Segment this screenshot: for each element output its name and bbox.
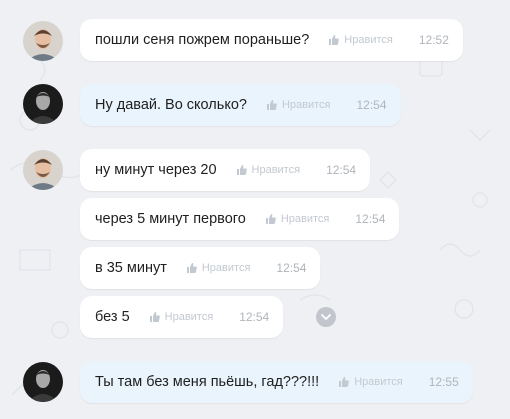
- message-bubble: через 5 минут первого Нравится 12:54: [80, 198, 400, 240]
- thumbs-up-icon: [266, 100, 277, 110]
- avatar[interactable]: [23, 84, 63, 124]
- scroll-down-button[interactable]: [316, 307, 336, 327]
- like-label: Нравится: [354, 376, 403, 388]
- message-bubble: Ну давай. Во сколько? Нравится 12:54: [80, 84, 401, 126]
- avatar[interactable]: [23, 21, 63, 61]
- like-label: Нравится: [281, 99, 331, 111]
- thumbs-up-icon: [329, 35, 340, 45]
- like-button[interactable]: Нравится: [266, 99, 331, 111]
- message-time: 12:54: [356, 98, 387, 112]
- message-bubble: в 35 минут Нравится 12:54: [80, 247, 321, 289]
- chevron-down-icon: [321, 313, 331, 320]
- message-text: ну минут через 20: [95, 162, 217, 178]
- like-button[interactable]: Нравится: [329, 34, 393, 46]
- like-label: Нравится: [201, 262, 251, 274]
- like-button[interactable]: Нравится: [149, 311, 214, 323]
- thumbs-up-icon: [149, 312, 160, 322]
- message-bubble: пошли сеня пожрем пораньше? Нравится 12:…: [80, 19, 463, 61]
- avatar[interactable]: [23, 362, 63, 402]
- thumbs-up-icon: [339, 377, 350, 387]
- message-bubble: Ты там без меня пьёшь, гад???!!! Нравитс…: [80, 361, 473, 403]
- message-text: пошли сеня пожрем пораньше?: [95, 32, 310, 48]
- like-button[interactable]: Нравится: [265, 213, 330, 225]
- message-bubble: ну минут через 20 Нравится 12:54: [80, 149, 371, 191]
- thumbs-up-icon: [186, 263, 197, 273]
- message-text: Ну давай. Во сколько?: [95, 97, 247, 113]
- message-time: 12:54: [276, 261, 307, 275]
- message-time: 12:52: [418, 33, 449, 47]
- message-time: 12:54: [355, 212, 386, 226]
- message-text: Ты там без меня пьёшь, гад???!!!: [95, 374, 320, 390]
- like-label: Нравится: [344, 34, 393, 46]
- like-label: Нравится: [251, 164, 301, 176]
- message-text: через 5 минут первого: [95, 211, 246, 227]
- message-text: без 5: [95, 309, 130, 325]
- message-time: 12:54: [326, 163, 357, 177]
- thumbs-up-icon: [236, 165, 247, 175]
- like-button[interactable]: Нравится: [186, 262, 251, 274]
- like-button[interactable]: Нравится: [339, 376, 403, 388]
- message-bubble: без 5 Нравится 12:54: [80, 296, 284, 338]
- message-time: 12:55: [428, 375, 459, 389]
- like-label: Нравится: [280, 213, 330, 225]
- like-button[interactable]: Нравится: [236, 164, 301, 176]
- message-time: 12:54: [239, 310, 270, 324]
- thumbs-up-icon: [265, 214, 276, 224]
- message-text: в 35 минут: [95, 260, 167, 276]
- avatar[interactable]: [23, 150, 63, 190]
- like-label: Нравится: [164, 311, 214, 323]
